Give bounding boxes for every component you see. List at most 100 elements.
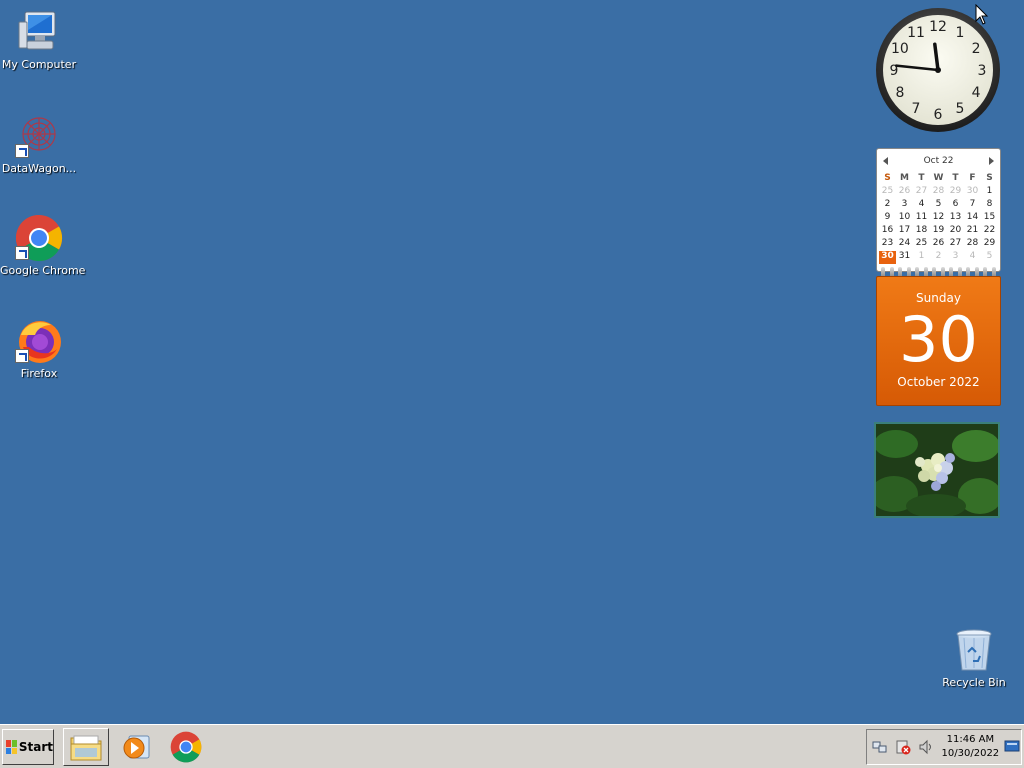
start-button[interactable]: Start [2,729,54,765]
calendar-day-cell[interactable]: 17 [896,225,913,238]
security-alert-icon[interactable] [894,737,913,757]
calendar-day-cell[interactable]: 5 [930,199,947,212]
start-label: Start [18,740,53,754]
shortcut-arrow-icon [15,246,29,260]
desktop-icon-google-chrome[interactable]: Google Chrome [0,214,86,277]
desktop-icon-recycle-bin[interactable]: Recycle Bin [935,626,1013,689]
calendar-day-cell[interactable]: 8 [981,199,998,212]
desktop-icon-label: Google Chrome [0,264,86,277]
network-icon[interactable] [871,737,890,757]
taskbar-media-player-button[interactable] [113,728,159,766]
calendar-day-cell[interactable]: 11 [913,212,930,225]
clock-numeral: 6 [934,107,943,123]
taskbar-clock[interactable]: 11:46 AM 10/30/2022 [942,733,1000,761]
calendar-day-cell[interactable]: 25 [913,238,930,251]
calendar-day-cell[interactable]: 15 [981,212,998,225]
calendar-day-cell[interactable]: 28 [964,238,981,251]
calendar-day-cell[interactable]: 1 [913,251,930,264]
firefox-icon [15,317,63,365]
calendar-day-cell[interactable]: 30 [879,251,896,264]
calendar-day-cell[interactable]: 20 [947,225,964,238]
calendar-day-header: T [952,173,959,183]
calendar-day-cell[interactable]: 16 [879,225,896,238]
clock-numeral: 4 [972,85,981,101]
desktop-icon-label: Recycle Bin [942,676,1006,689]
slideshow-gadget[interactable] [874,422,1000,518]
calendar-day-cell[interactable]: 22 [981,225,998,238]
shortcut-arrow-icon [15,349,29,363]
calendar-month-year: October 2022 [897,375,980,389]
system-tray: 11:46 AM 10/30/2022 [866,729,1022,765]
calendar-day-view: Sunday 30 October 2022 [876,276,1001,406]
recycle-bin-icon [950,626,998,674]
calendar-day-cell[interactable]: 1 [981,186,998,199]
calendar-day-cell[interactable]: 4 [913,199,930,212]
calendar-day-cell[interactable]: 3 [896,199,913,212]
clock-numeral: 8 [895,85,904,101]
taskbar: Start 11:46 AM 10/30/2022 [0,724,1024,768]
taskbar-chrome-button[interactable] [163,728,209,766]
calendar-day-cell[interactable]: 26 [896,186,913,199]
calendar-day-cell[interactable]: 14 [964,212,981,225]
datawagon-icon [15,112,63,160]
clock-numeral: 5 [956,101,965,117]
mouse-cursor-icon [975,4,989,25]
desktop-icon-label: DataWagon... [1,162,77,175]
clock-numeral: 1 [956,25,965,41]
volume-icon[interactable] [917,737,936,757]
chrome-icon [170,731,202,763]
windows-logo-icon [6,740,17,754]
calendar-day-cell[interactable]: 18 [913,225,930,238]
desktop-icon-label: My Computer [1,58,77,71]
calendar-day-number: 30 [899,303,978,376]
next-month-icon[interactable] [989,157,994,165]
calendar-day-cell[interactable]: 29 [981,238,998,251]
desktop-icon-label: Firefox [20,367,58,380]
calendar-day-cell[interactable]: 10 [896,212,913,225]
calendar-day-cell[interactable]: 4 [964,251,981,264]
taskbar-explorer-button[interactable] [63,728,109,766]
desktop-icon-my-computer[interactable]: My Computer [0,8,78,71]
calendar-day-header: S [884,173,891,183]
calendar-day-cell[interactable]: 9 [879,212,896,225]
calendar-day-cell[interactable]: 3 [947,251,964,264]
calendar-day-cell[interactable]: 5 [981,251,998,264]
calendar-day-cell[interactable]: 27 [947,238,964,251]
calendar-day-header: M [900,173,909,183]
calendar-day-cell[interactable]: 7 [964,199,981,212]
calendar-grid: S M T W T F S 25 26 27 28 29 30 1 2 3 4 5 6 7 8 9 10 11 12 13 14 15… [877,173,1000,264]
calendar-day-cell[interactable]: 31 [896,251,913,264]
calendar-day-cell[interactable]: 13 [947,212,964,225]
calendar-day-cell[interactable]: 19 [930,225,947,238]
calendar-day-cell[interactable]: 30 [964,186,981,199]
calendar-day-cell[interactable]: 29 [947,186,964,199]
calendar-day-header: F [969,173,976,183]
clock-numeral: 12 [929,19,947,35]
explorer-folder-icon [70,735,102,761]
clock-numeral: 2 [972,41,981,57]
calendar-gadget[interactable]: Oct 22 S M T W T F S 25 26 27 28 29 30 1 2 3 4 5 6 7 8 9 10 11 1… [876,148,1001,406]
calendar-month-label: Oct 22 [923,156,954,166]
calendar-day-cell[interactable]: 21 [964,225,981,238]
calendar-day-cell[interactable]: 28 [930,186,947,199]
media-player-icon [123,735,150,759]
calendar-month-view: Oct 22 S M T W T F S 25 26 27 28 29 30 1 2 3 4 5 6 7 8 9 10 11 1… [876,148,1001,272]
show-desktop-icon[interactable] [1002,737,1021,757]
computer-icon [15,8,63,56]
clock-numeral: 10 [891,41,909,57]
desktop-icon-datawagon[interactable]: DataWagon... [0,112,78,175]
desktop-icon-firefox[interactable]: Firefox [0,317,78,380]
calendar-day-cell[interactable]: 2 [879,199,896,212]
calendar-day-cell[interactable]: 2 [930,251,947,264]
clock-numeral: 3 [978,63,987,79]
prev-month-icon[interactable] [883,157,888,165]
calendar-day-header: S [986,173,993,183]
calendar-day-cell[interactable]: 27 [913,186,930,199]
calendar-day-cell[interactable]: 25 [879,186,896,199]
clock-numeral: 7 [912,101,921,117]
calendar-day-cell[interactable]: 24 [896,238,913,251]
calendar-day-cell[interactable]: 12 [930,212,947,225]
calendar-day-cell[interactable]: 6 [947,199,964,212]
calendar-day-cell[interactable]: 23 [879,238,896,251]
calendar-day-cell[interactable]: 26 [930,238,947,251]
